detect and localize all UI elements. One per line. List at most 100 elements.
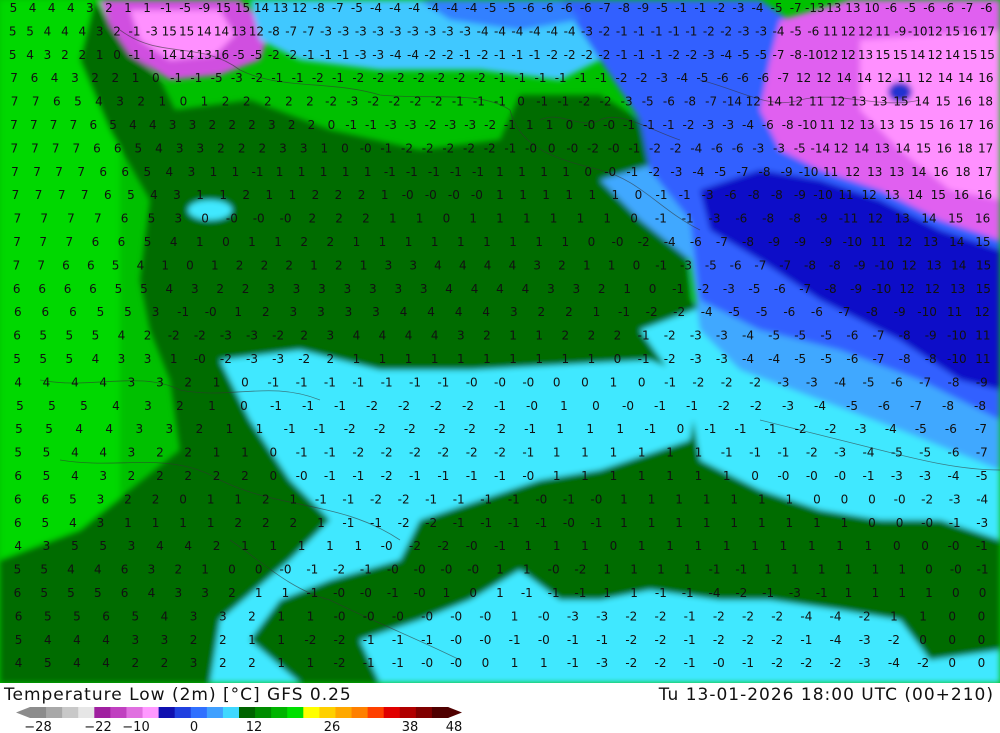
temperature-value: -0 <box>894 492 906 506</box>
temperature-value: -1 <box>668 24 680 38</box>
temperature-value: -3 <box>459 24 471 38</box>
temperature-value: -1 <box>508 492 520 506</box>
temperature-value: -1 <box>762 586 774 600</box>
temperature-value: 5 <box>94 586 102 600</box>
temperature-value: 4 <box>112 399 120 413</box>
temperature-value: 0 <box>649 282 657 296</box>
temperature-value: 5 <box>43 469 51 483</box>
temperature-value: 5 <box>148 212 156 226</box>
temperature-value: 3 <box>116 95 124 109</box>
temperature-value: 14 <box>945 48 960 62</box>
temperature-value: -6 <box>717 71 729 85</box>
temperature-value: 3 <box>385 258 393 272</box>
temperature-value: 2 <box>176 399 184 413</box>
temperature-value: 6 <box>102 609 110 623</box>
temperature-value: -2 <box>546 48 558 62</box>
temperature-value: -4 <box>863 446 875 460</box>
temperature-value: 4 <box>73 656 81 670</box>
temperature-value: -2 <box>795 422 807 436</box>
temperature-value: 5 <box>140 282 148 296</box>
temperature-value: 1 <box>890 609 898 623</box>
temperature-value: -9 <box>637 1 649 15</box>
temperature-value: 1 <box>610 446 618 460</box>
temperature-value: 0 <box>443 212 451 226</box>
temperature-value: -5 <box>755 48 767 62</box>
temperature-value: -4 <box>446 1 458 15</box>
temperature-value: 12 <box>833 141 848 155</box>
temperature-value: 6 <box>121 165 129 179</box>
temperature-value: 1 <box>496 586 504 600</box>
temperature-value: -2 <box>430 399 442 413</box>
temperature-value: 11 <box>975 329 990 343</box>
temperature-value: 13 <box>926 258 941 272</box>
temperature-value: -5 <box>642 95 654 109</box>
temperature-value: -6 <box>846 352 858 366</box>
temperature-value: -5 <box>714 165 726 179</box>
temperature-value: 4 <box>99 375 107 389</box>
temperature-value: -4 <box>465 1 477 15</box>
temperature-value: -2 <box>800 656 812 670</box>
temperature-value: 5 <box>143 165 151 179</box>
temperature-value: -1 <box>633 24 645 38</box>
temperature-value: 1 <box>581 539 589 553</box>
temperature-value: 13 <box>889 165 904 179</box>
temperature-value: 3 <box>219 609 227 623</box>
temperature-value: 17 <box>980 24 995 38</box>
temperature-value: 1 <box>196 188 204 202</box>
temperature-value: -1 <box>494 95 506 109</box>
temperature-value: -3 <box>777 375 789 389</box>
temperature-value: 6 <box>14 492 22 506</box>
temperature-value: 4 <box>75 422 83 436</box>
temperature-value: -0 <box>363 609 375 623</box>
temperature-value: -1 <box>252 165 264 179</box>
temperature-value: 6 <box>99 165 107 179</box>
temperature-value: 1 <box>124 1 132 15</box>
temperature-value: 2 <box>248 609 256 623</box>
temperature-value: 1 <box>210 165 218 179</box>
temperature-value: 13 <box>923 235 938 249</box>
temperature-value: -1 <box>644 422 656 436</box>
temperature-value: 0 <box>978 633 986 647</box>
temperature-value: -2 <box>598 24 610 38</box>
temperature-value: -2 <box>655 633 667 647</box>
temperature-value: -1 <box>480 516 492 530</box>
scale-swatch <box>206 707 224 718</box>
temperature-value: -1 <box>314 422 326 436</box>
temperature-value: 18 <box>957 141 972 155</box>
temperature-value: 3 <box>176 141 184 155</box>
temperature-value: -1 <box>320 48 332 62</box>
temperature-value: -2 <box>664 352 676 366</box>
temperature-value: 2 <box>285 95 293 109</box>
temperature-value: -9 <box>894 305 906 319</box>
temperature-value: -3 <box>733 1 745 15</box>
temperature-value: -1 <box>638 352 650 366</box>
temperature-value: 1 <box>730 516 738 530</box>
temperature-value: -1 <box>684 609 696 623</box>
temperature-value: 1 <box>518 165 526 179</box>
temperature-value: 3 <box>169 118 177 132</box>
temperature-value: -1 <box>800 633 812 647</box>
temperature-value: 3 <box>96 24 104 38</box>
temperature-value: -2 <box>442 48 454 62</box>
temperature-value: 3 <box>196 141 204 155</box>
temperature-value: -8 <box>268 24 280 38</box>
temperature-value: 3 <box>457 329 465 343</box>
temperature-value: 1 <box>320 141 328 155</box>
temperature-value: 1 <box>256 422 264 436</box>
temperature-value: 3 <box>43 539 51 553</box>
temperature-value: -5 <box>820 352 832 366</box>
temperature-value: 4 <box>69 516 77 530</box>
temperature-value: -0 <box>360 141 372 155</box>
temperature-value: -6 <box>561 1 573 15</box>
temperature-value: -8 <box>759 165 771 179</box>
temperature-value: 13 <box>950 282 965 296</box>
temperature-value: 12 <box>816 71 831 85</box>
temperature-value: 1 <box>542 188 550 202</box>
temperature-value: -7 <box>705 95 717 109</box>
temperature-value: -2 <box>251 71 263 85</box>
temperature-value: -0 <box>522 375 534 389</box>
temperature-value: -1 <box>654 399 666 413</box>
temperature-value: -2 <box>477 48 489 62</box>
temperature-value: 2 <box>262 492 270 506</box>
temperature-value: 16 <box>214 48 229 62</box>
